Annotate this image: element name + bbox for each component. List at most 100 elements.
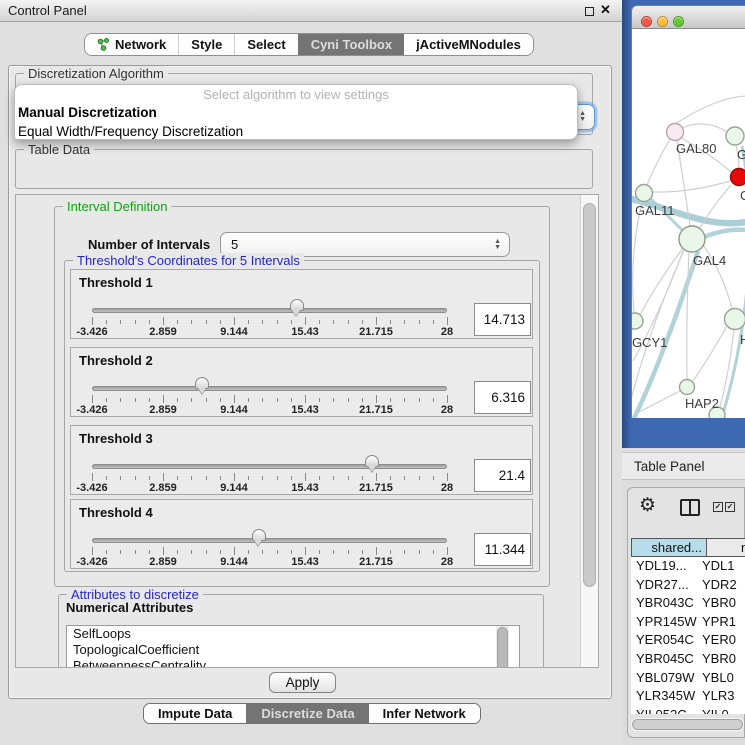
table-row[interactable]: YPR145WYPR1 [631,613,745,632]
cell-shared-name: YIL052C [636,707,687,714]
table-row[interactable]: YDL19...YDL1 [631,557,745,576]
tab-network[interactable]: Network [85,34,178,55]
combo-arrows-icon: ▲▼ [579,105,586,129]
tab-discretize-data[interactable]: Discretize Data [246,704,368,723]
node-label: GAL11 [635,203,675,218]
network-node[interactable] [725,309,745,330]
control-panel-titlebar: Control Panel [0,0,622,22]
numerical-attributes-list[interactable]: SelfLoopsTopologicalCoefficientBetweenne… [66,625,520,668]
slider-thumb[interactable] [252,529,266,541]
cell-name: YIL0 [702,707,729,714]
algorithm-option[interactable]: Equal Width/Frequency Discretization [15,122,577,140]
tab-jactivemnodules[interactable]: jActiveMNodules [404,34,533,55]
slider-track[interactable] [92,386,447,391]
node-label: H [740,332,745,347]
network-node[interactable] [636,185,653,202]
group-title: Interval Definition [63,199,171,214]
column-header-shared[interactable]: shared... [631,538,707,557]
threshold-label: Threshold 1 [79,275,153,290]
tab-label: Style [191,34,222,55]
table-row[interactable]: YDR27...YDR2 [631,576,745,595]
threshold-value-field[interactable]: 11.344 [474,533,531,566]
network-node[interactable] [731,169,745,186]
threshold-value-field[interactable]: 21.4 [474,459,531,492]
attribute-list-item[interactable]: BetweennessCentrality [67,658,519,668]
settings-scroll-area: Interval Definition Number of Intervals … [15,194,599,668]
node-label: GA [737,147,745,162]
minimize-traffic-light-icon[interactable] [657,16,668,27]
close-traffic-light-icon[interactable] [641,16,652,27]
network-node[interactable] [667,124,684,141]
network-icon [97,38,110,51]
top-tab-bar: Network Style Select Cyni ToolboxjActiveMNo… [84,33,534,56]
slider-thumb[interactable] [195,377,209,389]
panel-title: Control Panel [0,3,87,18]
tab-label: Infer Network [383,704,466,723]
table-row[interactable]: YIL052C YIL0 [631,706,745,714]
table-row[interactable]: YBR043CYBR0 [631,594,745,613]
cell-name: YPR1 [702,614,736,629]
network-node[interactable] [680,380,695,395]
checkbox-checked-icon[interactable]: ✓ [713,502,723,512]
threshold-panel: Threshold 4 -3.4262.8599.14415.4321.7152… [70,499,533,569]
attributes-scrollbar[interactable] [496,626,509,668]
tab-style[interactable]: Style [178,34,234,55]
table-panel-header: Table Panel [622,452,745,480]
algorithm-option[interactable]: Manual Discretization [15,103,577,122]
cell-name: YDR2 [702,577,737,592]
slider-ticks [92,473,447,482]
horizontal-scrollbar[interactable] [631,718,744,731]
table-data-group: Table Data galFiltered.sif default node … [15,149,593,189]
group-title: Discretization Algorithm [24,66,168,81]
column-header-name[interactable]: n... [707,538,745,557]
slider-ticks [92,547,447,556]
number-of-intervals-label: Number of Intervals [88,237,210,252]
zoom-traffic-light-icon[interactable] [673,16,684,27]
apply-button[interactable]: Apply [269,672,336,693]
table-row[interactable]: YBR045CYBR0 [631,650,745,669]
cell-name: YBL0 [702,670,734,685]
slider-track[interactable] [92,538,447,543]
node-label: GCY1 [632,335,667,350]
algorithm-dropdown-popup: Select algorithm to view settings Manual… [14,84,578,140]
cell-shared-name: YDL19... [636,558,687,573]
table-panel: ⚙ ✓ ✓ shared... n... YDL19...YDL1YDR27..… [627,487,745,738]
threshold-value-field[interactable]: 14.713 [474,303,531,336]
gear-icon[interactable]: ⚙ [639,496,656,515]
cell-name: YBR0 [702,595,736,610]
network-node[interactable] [726,127,744,145]
node-label: C [740,188,745,203]
network-node[interactable] [679,226,705,252]
close-icon[interactable]: ✕ [600,2,611,18]
table-panel-title: Table Panel [622,459,705,474]
network-node[interactable] [632,313,643,329]
slider-scale-labels: -3.4262.8599.14415.4321.71528 [92,556,447,567]
slider-scale-labels: -3.4262.8599.14415.4321.71528 [92,404,447,415]
attribute-list-item[interactable]: TopologicalCoefficient [67,642,519,658]
checkbox-checked-icon[interactable]: ✓ [725,502,735,512]
tab-label: Select [247,34,285,55]
control-panel: Control Panel ✕ Network Style Select Cyni T… [0,0,622,745]
slider-thumb[interactable] [365,455,379,467]
slider-track[interactable] [92,464,447,469]
cell-name: YBR0 [702,651,736,666]
group-title: Table Data [24,142,94,157]
tab-cyni-toolbox[interactable]: Cyni Toolbox [298,34,404,55]
network-canvas[interactable]: GAL80GACGAL11GAL4GCY1HHAP2 [632,29,745,418]
tab-label: Impute Data [158,704,232,723]
table-row[interactable]: YER054CYER0 [631,631,745,650]
slider-thumb[interactable] [290,299,304,311]
attribute-list-item[interactable]: SelfLoops [67,626,519,642]
vertical-scrollbar[interactable] [580,195,598,667]
table-row[interactable]: YBL079WYBL0 [631,669,745,688]
tab-infer-network[interactable]: Infer Network [369,704,480,723]
tab-select[interactable]: Select [234,34,297,55]
threshold-value-field[interactable]: 6.316 [474,381,531,414]
slider-track[interactable] [92,308,447,313]
tab-impute-data[interactable]: Impute Data [144,704,246,723]
float-window-icon[interactable] [585,7,594,16]
bottom-tab-bar: Impute Data Discretize Data Infer Network [143,703,481,724]
table-header-row: shared... n... [631,538,745,557]
table-row[interactable]: YLR345WYLR3 [631,687,745,706]
columns-icon[interactable] [680,499,700,516]
